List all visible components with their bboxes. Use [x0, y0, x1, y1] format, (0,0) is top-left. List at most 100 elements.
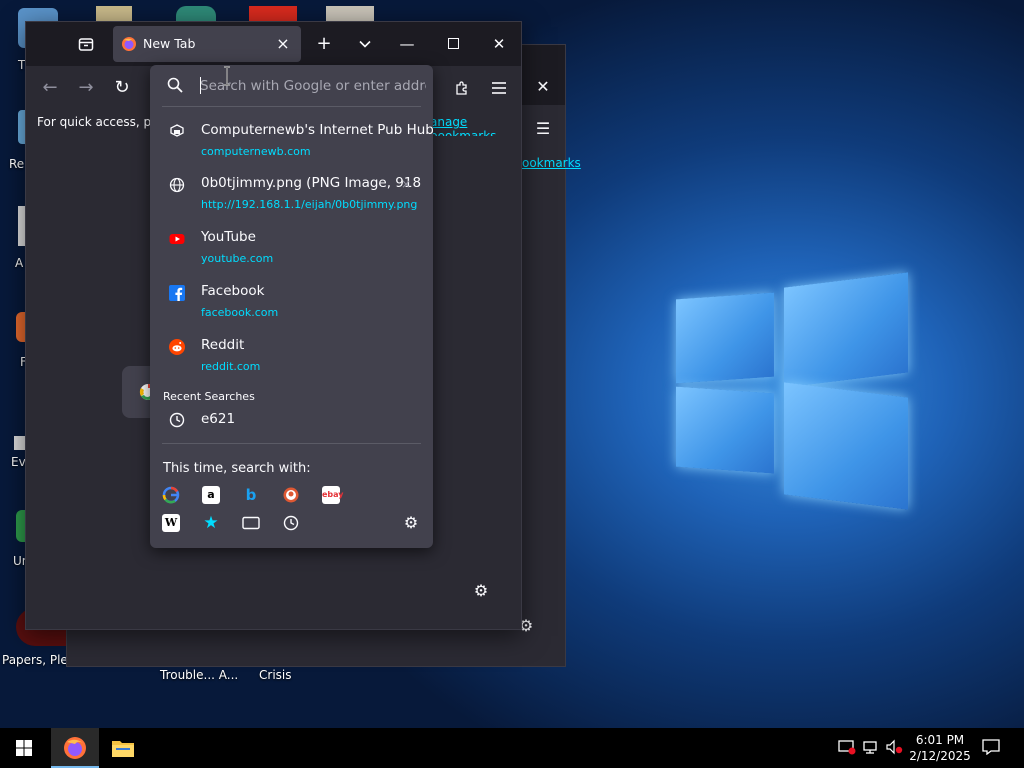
google-engine-button[interactable] — [162, 486, 180, 504]
firefox-icon — [64, 737, 86, 759]
reload-button[interactable]: ↻ — [108, 74, 136, 102]
taskbar-file-explorer[interactable] — [99, 728, 147, 768]
dismiss-result-icon[interactable]: × — [401, 177, 411, 191]
firefox-view-icon — [78, 38, 94, 51]
result-row[interactable]: Reddit reddit.com — [150, 333, 433, 385]
result-url: computernewb.com — [201, 145, 311, 158]
close-icon[interactable]: ✕ — [533, 77, 553, 97]
recent-searches-heading: Recent Searches — [163, 390, 255, 403]
desktop-icon-2-label: Re — [9, 157, 25, 171]
result-url: youtube.com — [201, 252, 274, 265]
desktop-icon-top-1[interactable] — [96, 6, 132, 22]
ebay-icon: ebay — [322, 490, 344, 499]
google-icon — [162, 486, 180, 504]
list-all-tabs-button[interactable] — [351, 30, 379, 58]
clock-date: 2/12/2025 — [909, 749, 971, 763]
recent-search-text: e621 — [201, 411, 236, 427]
bookmarks-hint-text: For quick access, plac — [37, 115, 169, 129]
result-row[interactable]: YouTube youtube.com — [150, 225, 433, 277]
history-icon — [283, 515, 299, 531]
search-with-label: This time, search with: — [163, 461, 311, 476]
desktop-icon-top-3[interactable] — [249, 6, 297, 22]
network-icon[interactable] — [862, 739, 880, 757]
wikipedia-icon: W — [164, 516, 178, 529]
bing-icon: b — [245, 486, 257, 504]
puzzle-icon — [456, 81, 467, 95]
history-icon — [169, 412, 185, 428]
result-title: YouTube — [201, 229, 256, 245]
firefox-view-button[interactable] — [74, 32, 98, 56]
start-button[interactable] — [0, 728, 48, 768]
address-input[interactable] — [200, 75, 426, 97]
globe-icon — [169, 177, 185, 193]
back-button[interactable]: ← — [36, 74, 64, 102]
tab-new-tab[interactable]: New Tab × — [113, 26, 301, 62]
result-row[interactable]: Facebook facebook.com — [150, 279, 433, 331]
desktop-label-crisis: Crisis — [259, 668, 292, 682]
recent-search-row[interactable]: e621 — [150, 408, 433, 434]
tab-icon — [242, 516, 260, 530]
maximize-icon — [447, 38, 459, 49]
forward-button[interactable]: → — [72, 74, 100, 102]
amazon-engine-button[interactable]: a — [202, 486, 220, 504]
amazon-icon: a — [207, 488, 215, 501]
result-title: Facebook — [201, 283, 265, 299]
desktop-label-trouble: Trouble... A... — [160, 668, 239, 682]
result-url: facebook.com — [201, 306, 279, 319]
folder-icon — [112, 741, 134, 757]
app-menu-button[interactable] — [485, 74, 513, 102]
facebook-icon — [169, 285, 185, 301]
result-title: 0b0tjimmy.png (PNG Image, 918 — [201, 175, 422, 191]
search-icon — [167, 77, 183, 93]
duckduckgo-engine-button[interactable] — [282, 486, 300, 504]
hamburger-menu-icon[interactable]: ☰ — [533, 119, 553, 139]
desktop-icon-top-2[interactable] — [176, 6, 216, 22]
minimize-button[interactable]: — — [384, 22, 430, 66]
firefox-icon — [122, 37, 136, 51]
result-title: Reddit — [201, 337, 245, 353]
tabs-search-button[interactable] — [242, 514, 260, 532]
tab-title: New Tab — [143, 36, 196, 51]
result-url: reddit.com — [201, 360, 261, 373]
notification-icon[interactable] — [982, 739, 1000, 757]
back-window-bookmarks-link[interactable]: ookmarks — [522, 156, 581, 170]
clock[interactable]: 6:01 PM 2/12/2025 — [906, 732, 974, 764]
result-title: Computernewb's Internet Pub Hub! — [201, 122, 433, 138]
extensions-button[interactable] — [448, 74, 476, 102]
ebay-engine-button[interactable]: ebay — [322, 486, 344, 504]
taskbar-firefox[interactable] — [51, 728, 99, 768]
search-settings-gear-icon[interactable]: ⚙ — [402, 514, 420, 532]
text-cursor-icon — [224, 66, 230, 86]
new-tab-button[interactable]: + — [310, 30, 338, 58]
text-caret — [200, 77, 201, 94]
youtube-icon — [169, 234, 185, 244]
desktop-icon-3-label: A — [15, 256, 24, 270]
taskbar: 6:01 PM 2/12/2025 — [0, 728, 1024, 768]
duckduckgo-icon — [283, 487, 299, 503]
bing-engine-button[interactable]: b — [242, 486, 260, 504]
chevron-down-icon — [359, 40, 371, 48]
divider — [162, 443, 421, 444]
result-row[interactable]: 0b0tjimmy.png (PNG Image, 918 × http://1… — [150, 171, 433, 223]
star-icon: ★ — [203, 513, 219, 533]
windows-icon — [16, 740, 32, 756]
security-alert-icon[interactable] — [838, 739, 856, 757]
result-url: http://192.168.1.1/eijah/0b0tjimmy.png — [201, 198, 418, 211]
bookmarks-search-button[interactable]: ★ — [202, 514, 220, 532]
computernewb-icon — [170, 124, 184, 137]
history-search-button[interactable] — [282, 514, 300, 532]
reddit-icon — [169, 339, 185, 355]
page-settings-gear-icon[interactable]: ⚙ — [472, 582, 490, 600]
close-tab-icon[interactable]: × — [273, 34, 293, 54]
desktop-icon-top-4[interactable] — [326, 6, 374, 22]
divider — [162, 106, 421, 107]
wikipedia-engine-button[interactable]: W — [162, 514, 180, 532]
clock-time: 6:01 PM — [915, 733, 965, 747]
volume-muted-icon[interactable] — [885, 739, 903, 757]
address-bar-dropdown: Computernewb's Internet Pub Hub! compute… — [150, 65, 433, 548]
maximize-button[interactable] — [430, 22, 476, 66]
address-bar — [150, 65, 433, 105]
result-row[interactable]: Computernewb's Internet Pub Hub! compute… — [150, 118, 433, 170]
hamburger-menu-icon — [492, 82, 506, 94]
close-window-button[interactable]: ✕ — [476, 22, 522, 66]
